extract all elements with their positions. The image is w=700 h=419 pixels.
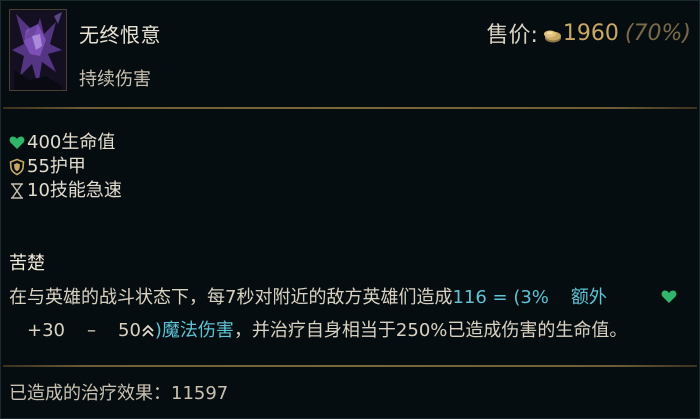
stat-ability-haste-text: 10技能急速 (27, 180, 122, 201)
heart-icon (661, 286, 677, 316)
stat-armor: 55护甲 (9, 155, 122, 179)
stats-list: 400生命值 55护甲 10技能急速 (9, 131, 122, 203)
header-divider (3, 107, 697, 109)
hourglass-icon (9, 182, 25, 200)
passive-description: 在与英雄的战斗状态下，每7秒对附近的敌方英雄们造成116 = (3% 额外 +30… (9, 283, 697, 349)
scaling-a: +30 (27, 320, 65, 341)
scaling-b: 50 (118, 320, 141, 341)
item-tooltip: 无终恨意 持续伤害 售价: 1960 (70%) 400生命值 55护甲 10技… (0, 0, 700, 419)
gold-coin-icon (542, 25, 562, 43)
passive-line1-text: 在与英雄的战斗状态下，每7秒对附近的敌方英雄们造成 (9, 287, 453, 308)
passive-name: 苦楚 (9, 253, 45, 274)
magic-damage: )魔法伤害 (154, 320, 234, 341)
extra-label: 额外 (570, 287, 607, 308)
passive-line-2: +30 – 50 )魔法伤害，并治疗自身相当于250%已造成伤害的生命值。 (9, 316, 697, 349)
passive-line-1: 在与英雄的战斗状态下，每7秒对附近的敌方英雄们造成116 = (3% 额外 (9, 283, 697, 316)
damage-formula: 116 = (3% (452, 287, 549, 308)
tooltip-header: 无终恨意 持续伤害 售价: 1960 (70%) (1, 1, 699, 105)
stat-ability-haste: 10技能急速 (9, 179, 122, 203)
price-label: 售价: (486, 23, 538, 48)
item-name: 无终恨意 (79, 23, 161, 47)
item-tag: 持续伤害 (79, 69, 151, 90)
stat-health: 400生命值 (9, 131, 122, 155)
item-portrait-icon (9, 9, 67, 91)
price-display: 售价: 1960 (70%) (487, 17, 692, 49)
footer-divider (3, 365, 697, 367)
stat-armor-text: 55护甲 (27, 156, 86, 177)
stat-health-text: 400生命值 (27, 132, 116, 153)
heart-icon (9, 134, 25, 152)
level-chevron-icon (141, 319, 155, 349)
price-value: 1960 (562, 20, 619, 46)
armor-shield-icon (9, 158, 25, 176)
scaling-dash: – (87, 320, 96, 341)
passive-line2-rest: ，并治疗自身相当于250%已造成伤害的生命值。 (233, 320, 628, 341)
healing-done: 已造成的治疗效果：11597 (9, 383, 229, 404)
price-discount: (70%) (624, 20, 691, 46)
